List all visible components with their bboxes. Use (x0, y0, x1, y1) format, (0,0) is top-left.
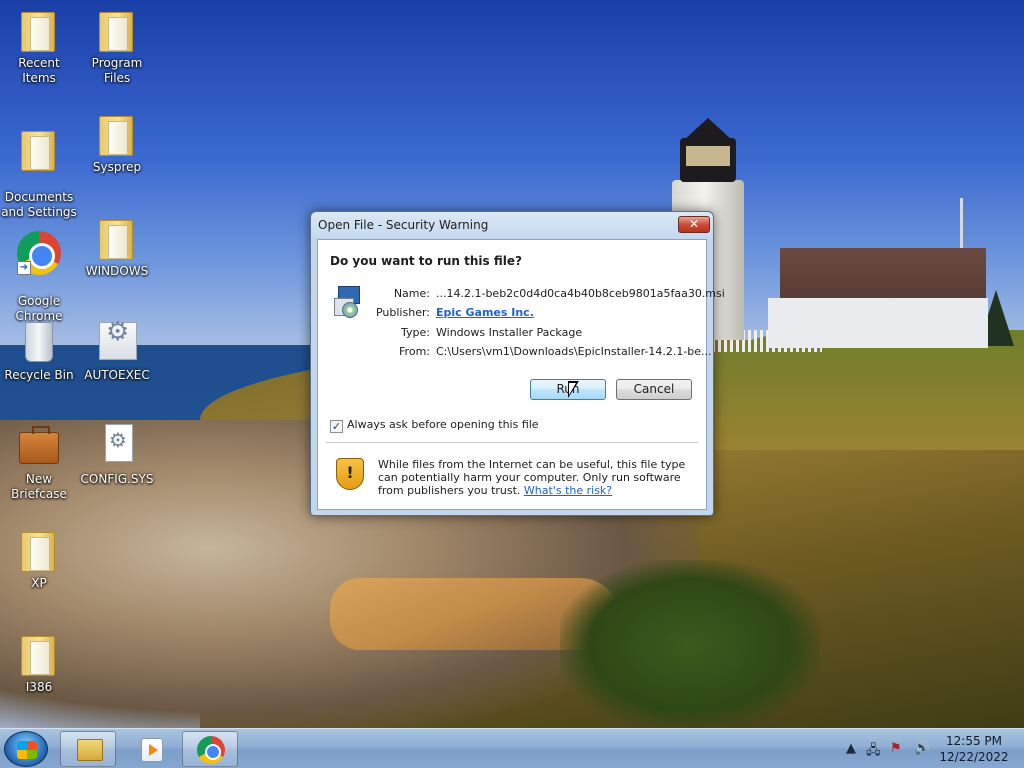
from-value: C:\Users\vm1\Downloads\EpicInstaller-14.… (436, 345, 712, 358)
desktop-icon-label: Recycle Bin (4, 368, 74, 382)
volume-icon[interactable]: 🔊 (914, 741, 930, 756)
desktop-icon-autoexec[interactable]: AUTOEXEC (78, 318, 156, 383)
desktop-icon-recent-items[interactable]: Recent Items (0, 6, 78, 86)
always-ask-label: Always ask before opening this file (347, 418, 539, 431)
name-value: ...14.2.1-beb2c0d4d0ca4b40b8ceb9801a5faa… (436, 287, 725, 300)
desktop-icon-program-files[interactable]: Program Files (78, 6, 156, 86)
recycle-bin-icon (25, 322, 53, 362)
publisher-label: Publisher: (375, 306, 430, 319)
desktop-icon-xp[interactable]: XP (0, 526, 78, 591)
cancel-button[interactable]: Cancel (616, 379, 692, 400)
clock-time: 12:55 PM (946, 734, 1002, 748)
desktop-icon-label: XP (31, 576, 47, 590)
dialog-title: Open File - Security Warning (318, 218, 489, 232)
dialog-question: Do you want to run this file? (330, 254, 522, 268)
desktop-icon-label: Program Files (91, 56, 143, 85)
action-center-icon[interactable]: ⚑ (890, 741, 902, 756)
network-icon[interactable]: 🖧 (866, 741, 881, 763)
folder-icon (99, 12, 133, 52)
publisher-link[interactable]: Epic Games Inc. (436, 306, 534, 319)
desktop-icon-label: I386 (25, 680, 53, 694)
media-player-icon (141, 738, 163, 762)
wallpaper-house (768, 248, 988, 348)
type-value: Windows Installer Package (436, 326, 583, 339)
dialog-content: Do you want to run this file? Name: ...1… (317, 239, 725, 510)
desktop-icon-label: AUTOEXEC (84, 368, 150, 382)
folder-icon (99, 220, 133, 260)
taskbar-google-chrome[interactable] (182, 731, 238, 767)
system-file-icon (99, 322, 137, 360)
always-ask-option[interactable]: ✓ Always ask before opening this file (330, 418, 539, 433)
chrome-icon (197, 736, 225, 764)
dialog-titlebar[interactable]: Open File - Security Warning ✕ (311, 212, 713, 238)
type-label: Type: (401, 326, 430, 339)
warning-shield-icon: ! (336, 458, 364, 490)
always-ask-checkbox[interactable]: ✓ (330, 420, 343, 433)
warning-message: While files from the Internet can be use… (378, 458, 696, 497)
desktop-icon-label: Recent Items (18, 56, 60, 85)
divider (326, 442, 698, 443)
whats-the-risk-link[interactable]: What's the risk? (524, 484, 612, 497)
desktop-icon-config-sys[interactable]: CONFIG.SYS (78, 422, 156, 487)
system-file-icon (105, 424, 133, 462)
desktop-icon-i386[interactable]: I386 (0, 630, 78, 695)
taskbar-windows-explorer[interactable] (60, 731, 116, 767)
taskbar: ▲ 🖧 ⚑ 🔊 12:55 PM 12/22/2022 (0, 728, 1024, 768)
desktop-icon-label: Sysprep (92, 160, 142, 174)
folder-icon (21, 12, 55, 52)
from-label: From: (399, 345, 430, 358)
start-button[interactable] (4, 731, 48, 767)
briefcase-icon (19, 426, 59, 464)
folder-icon (21, 131, 55, 171)
desktop-icon-windows[interactable]: WINDOWS (78, 214, 156, 279)
windows-explorer-icon (77, 739, 103, 761)
desktop-icon-new-briefcase[interactable]: New Briefcase (0, 422, 78, 502)
desktop-icon-label: CONFIG.SYS (80, 472, 154, 486)
desktop-icon-recycle-bin[interactable]: Recycle Bin (0, 318, 78, 383)
mouse-pointer-icon (568, 381, 579, 398)
clock-date: 12/22/2022 (939, 750, 1009, 764)
windows-logo-icon (17, 741, 37, 759)
shortcut-arrow-icon: ➜ (17, 261, 31, 275)
folder-icon (99, 116, 133, 156)
desktop-icon-label: New Briefcase (11, 472, 67, 501)
folder-icon (21, 532, 55, 572)
close-button[interactable]: ✕ (678, 216, 710, 233)
taskbar-media-player[interactable] (120, 731, 176, 767)
folder-icon (21, 636, 55, 676)
desktop-icon-label: WINDOWS (85, 264, 149, 278)
wallpaper-bush (560, 560, 820, 728)
desktop-icon-sysprep[interactable]: Sysprep (78, 110, 156, 175)
show-hidden-icons-chevron-icon[interactable]: ▲ (846, 741, 856, 756)
name-label: Name: (393, 287, 430, 300)
close-icon: ✕ (688, 217, 700, 231)
system-clock[interactable]: 12:55 PM 12/22/2022 (936, 733, 1012, 765)
security-warning-dialog: Open File - Security Warning ✕ Do you wa… (310, 211, 725, 516)
